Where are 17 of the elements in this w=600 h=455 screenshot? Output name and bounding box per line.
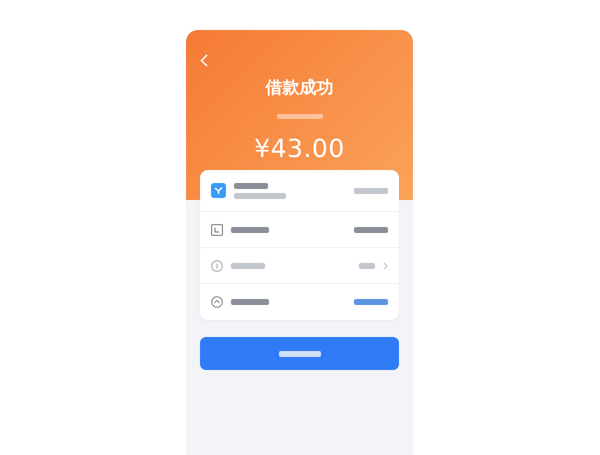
app-icon bbox=[211, 183, 226, 198]
blurred-text bbox=[231, 226, 269, 232]
blurred-text bbox=[234, 182, 268, 188]
loan-amount: ¥43.00 bbox=[254, 132, 345, 164]
back-icon[interactable] bbox=[200, 54, 208, 68]
blurred-text bbox=[231, 299, 269, 305]
document-icon bbox=[211, 224, 223, 236]
blurred-value bbox=[354, 226, 388, 232]
blurred-text bbox=[234, 192, 286, 198]
blurred-value bbox=[359, 262, 375, 268]
blurred-text bbox=[231, 262, 265, 268]
primary-button[interactable] bbox=[200, 337, 399, 370]
blurred-value bbox=[354, 299, 388, 305]
blurred-subtitle bbox=[276, 114, 322, 118]
blurred-value bbox=[354, 188, 388, 194]
chevron-right-icon[interactable] bbox=[383, 262, 388, 270]
status-title: 借款成功 bbox=[266, 77, 334, 100]
